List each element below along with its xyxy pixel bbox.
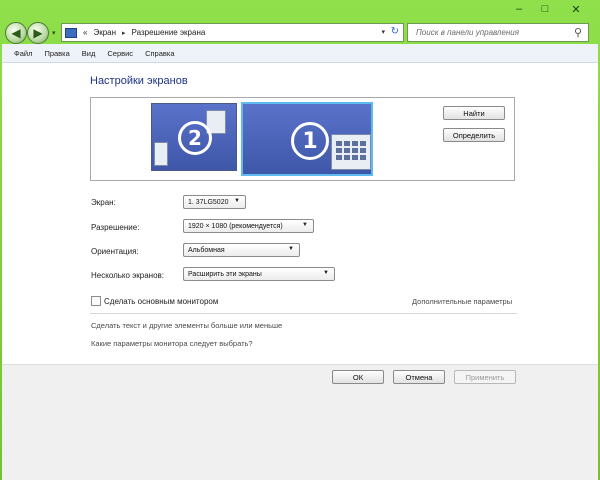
window: – □ ✕ ◀ ▶ ▾ « Экран ▸ Разрешение экрана …: [0, 0, 600, 480]
forward-arrow-icon: ▶: [33, 26, 43, 40]
multiple-displays-select[interactable]: Расширить эти экраны ▼: [183, 267, 335, 281]
menu-file[interactable]: Файл: [14, 49, 32, 58]
back-button[interactable]: ◀: [5, 22, 27, 44]
cancel-button[interactable]: Отмена: [393, 370, 445, 384]
chevron-down-icon: ▼: [234, 198, 240, 204]
ok-button[interactable]: ОК: [332, 370, 384, 384]
recent-pages-dropdown[interactable]: ▾: [52, 29, 56, 37]
screen-select[interactable]: 1. 37LG5020 ▼: [183, 195, 246, 209]
multiple-displays-value: Расширить эти экраны: [188, 270, 262, 278]
monitor-1-number: 1: [291, 122, 329, 160]
advanced-settings-link[interactable]: Дополнительные параметры: [412, 297, 512, 306]
resolution-value: 1920 × 1080 (рекомендуется): [188, 222, 283, 230]
resolution-select[interactable]: 1920 × 1080 (рекомендуется) ▼: [183, 219, 314, 233]
menu-tools[interactable]: Сервис: [107, 49, 133, 58]
monitor-settings-help-link[interactable]: Какие параметры монитора следует выбрать…: [91, 339, 253, 348]
screen-label: Экран:: [91, 198, 116, 207]
chevron-down-icon: ▼: [302, 222, 308, 228]
search-box[interactable]: Поиск в панели управления ⚲: [407, 23, 589, 42]
close-button[interactable]: ✕: [558, 0, 594, 18]
apply-button[interactable]: Применить: [454, 370, 516, 384]
breadcrumb-resolution[interactable]: Разрешение экрана: [132, 28, 206, 37]
breadcrumb-screen[interactable]: Экран: [93, 28, 116, 37]
primary-monitor-label[interactable]: Сделать основным монитором: [104, 297, 218, 306]
back-arrow-icon: ◀: [11, 26, 21, 40]
mini-taskbar-icon: [154, 142, 168, 166]
address-bar[interactable]: « Экран ▸ Разрешение экрана ▾ ↻: [61, 23, 404, 42]
identify-button[interactable]: Определить: [443, 128, 505, 142]
menu-bar: Файл Правка Вид Сервис Справка: [2, 44, 598, 63]
text-size-link[interactable]: Сделать текст и другие элементы больше и…: [91, 321, 282, 330]
forward-button[interactable]: ▶: [27, 22, 49, 44]
monitor-2-number: 2: [178, 121, 212, 155]
primary-monitor-checkbox[interactable]: [91, 296, 101, 306]
menu-help[interactable]: Справка: [145, 49, 174, 58]
maximize-button[interactable]: □: [532, 0, 558, 18]
divider: [90, 313, 517, 314]
minimize-button[interactable]: –: [506, 0, 532, 18]
resolution-label: Разрешение:: [91, 223, 140, 232]
window-controls: – □ ✕: [506, 0, 594, 18]
orientation-value: Альбомная: [188, 246, 225, 254]
page-title: Настройки экранов: [90, 75, 188, 87]
chevron-down-icon: ▼: [288, 246, 294, 252]
monitor-2[interactable]: 2: [151, 103, 237, 171]
multiple-displays-label: Несколько экранов:: [91, 271, 165, 280]
orientation-label: Ориентация:: [91, 247, 139, 256]
menu-view[interactable]: Вид: [82, 49, 96, 58]
app-grid-icon: [336, 141, 366, 160]
breadcrumb-separator-icon[interactable]: ▸: [122, 29, 126, 37]
control-panel-icon: [65, 27, 77, 38]
orientation-select[interactable]: Альбомная ▼: [183, 243, 300, 257]
monitor-1[interactable]: 1: [241, 102, 373, 176]
mini-window-icon: [331, 134, 371, 170]
refresh-icon[interactable]: ↻: [391, 26, 399, 37]
breadcrumb-root[interactable]: «: [83, 28, 87, 37]
menu-edit[interactable]: Правка: [44, 49, 69, 58]
search-placeholder: Поиск в панели управления: [416, 28, 520, 37]
chevron-down-icon: ▼: [323, 270, 329, 276]
find-button[interactable]: Найти: [443, 106, 505, 120]
search-icon[interactable]: ⚲: [574, 26, 582, 39]
screen-value: 1. 37LG5020: [188, 198, 229, 206]
address-dropdown-icon[interactable]: ▾: [381, 28, 385, 36]
